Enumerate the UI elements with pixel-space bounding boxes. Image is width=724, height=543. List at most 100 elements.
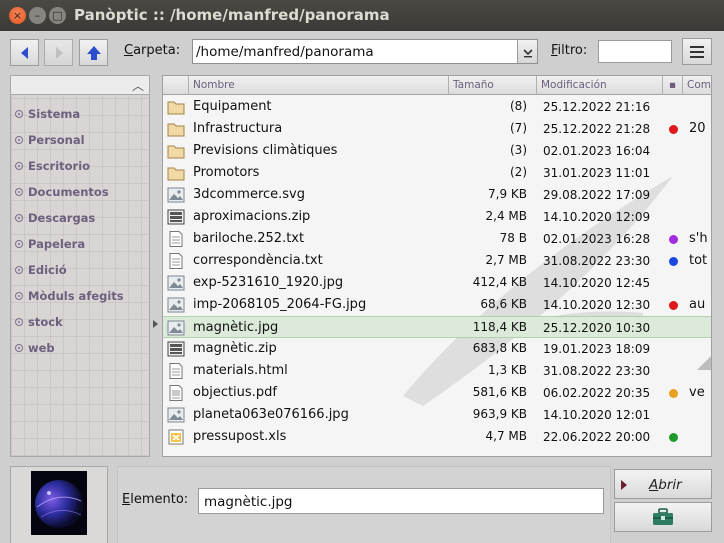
file-row[interactable]: imp-2068105_2064-FG.jpg 68,6 KB 14.10.2020… [163, 294, 711, 316]
file-list-header: Nombre Tamaño Modificación ▪ Come [163, 76, 711, 95]
image-icon [167, 275, 185, 291]
forward-button[interactable] [44, 39, 73, 66]
current-row-marker-icon [153, 320, 158, 328]
file-size: 7,9 KB [488, 187, 527, 201]
element-name-value: magnètic.jpg [204, 494, 293, 510]
place-bullet-icon [15, 110, 23, 118]
sidebar-item-papelera[interactable]: Papelera [15, 235, 85, 253]
file-size: 78 B [499, 231, 527, 245]
file-row[interactable]: bariloche.252.txt 78 B 02.01.2023 16:28 s'h [163, 228, 711, 250]
sidebar-item-sistema[interactable]: Sistema [15, 105, 80, 123]
column-tag-header[interactable]: ▪ [663, 76, 683, 95]
chevron-up-icon[interactable]: ︿ [132, 77, 144, 94]
up-button[interactable] [79, 39, 108, 66]
minimize-window-button[interactable]: – [29, 7, 46, 24]
file-size: 1,3 KB [488, 363, 527, 377]
cancel-button[interactable] [614, 502, 712, 532]
file-modified-date: 14.10.2020 12:30 [543, 298, 651, 312]
file-row[interactable]: correspondència.txt 2,7 MB 31.08.2022 23:3… [163, 250, 711, 272]
file-row[interactable]: exp-5231610_1920.jpg 412,4 KB 14.10.2020 1… [163, 272, 711, 294]
file-row[interactable]: aproximacions.zip 2,4 MB 14.10.2020 12:09 [163, 206, 711, 228]
sidebar-item-web[interactable]: web [15, 339, 55, 357]
file-modified-date: 31.08.2022 23:30 [543, 364, 651, 378]
sidebar-item-escritorio[interactable]: Escritorio [15, 157, 90, 175]
column-size-header[interactable]: Tamaño [449, 76, 537, 95]
chevron-down-icon [522, 48, 533, 57]
place-bullet-icon [15, 240, 23, 248]
filter-input[interactable] [598, 40, 672, 63]
file-row[interactable]: 3dcommerce.svg 7,9 KB 29.08.2022 17:09 [163, 184, 711, 206]
column-name-header[interactable]: Nombre [189, 76, 449, 95]
file-modified-date: 02.01.2023 16:04 [543, 144, 651, 158]
sidebar-item-moduls-afegits[interactable]: Mòduls afegits [15, 287, 124, 305]
arrow-up-icon [86, 45, 101, 60]
file-row[interactable]: magnètic.zip 683,8 KB 19.01.2023 18:09 [163, 338, 711, 360]
file-row[interactable]: Infrastructura (7) 25.12.2022 21:28 20 [163, 118, 711, 140]
sheet-icon [167, 429, 185, 445]
archive-icon [167, 341, 185, 357]
maximize-window-button[interactable]: □ [49, 7, 66, 24]
file-list[interactable]: Nombre Tamaño Modificación ▪ Come Equipa… [162, 75, 712, 457]
file-name: materials.html [193, 363, 288, 378]
file-modified-date: 19.01.2023 18:09 [543, 342, 651, 356]
folder-path-value: /home/manfred/panorama [196, 44, 374, 60]
file-row[interactable]: planeta063e076166.jpg 963,9 KB 14.10.2020 … [163, 404, 711, 426]
file-name: exp-5231610_1920.jpg [193, 275, 344, 290]
column-comment-header[interactable]: Come [683, 76, 711, 95]
sidebar-item-edicio[interactable]: Edició [15, 261, 67, 279]
sidebar-header[interactable]: ︿ [11, 76, 149, 95]
file-name: aproximacions.zip [193, 209, 311, 224]
arrow-left-icon [20, 46, 28, 59]
maximize-icon: □ [52, 9, 63, 22]
file-modified-date: 25.12.2020 10:30 [543, 321, 651, 335]
element-name-input[interactable]: magnètic.jpg [198, 488, 604, 514]
back-button[interactable] [10, 39, 39, 66]
file-name: Promotors [193, 165, 260, 180]
element-label: Elemento: [122, 492, 189, 507]
file-size: (7) [510, 121, 527, 135]
file-modified-date: 14.10.2020 12:09 [543, 210, 651, 224]
file-row[interactable]: Promotors (2) 31.01.2023 11:01 [163, 162, 711, 184]
file-name: Previsions climàtiques [193, 143, 338, 158]
file-row[interactable]: magnètic.jpg 118,4 KB 25.12.2020 10:30 [163, 316, 711, 338]
file-modified-date: 31.08.2022 23:30 [543, 254, 651, 268]
column-icon-header[interactable] [163, 76, 189, 95]
image-icon [167, 187, 185, 203]
file-row[interactable]: pressupost.xls 4,7 MB 22.06.2022 20:00 [163, 426, 711, 448]
preview-image [31, 471, 87, 535]
title-bar: × – □ Panòptic :: /home/manfred/panorama [0, 0, 724, 31]
file-row[interactable]: materials.html 1,3 KB 31.08.2022 23:30 [163, 360, 711, 382]
image-icon [167, 407, 185, 423]
file-modified-date: 25.12.2022 21:28 [543, 122, 651, 136]
text-icon [167, 253, 185, 269]
file-size: 118,4 KB [472, 320, 527, 334]
file-modified-date: 14.10.2020 12:45 [543, 276, 651, 290]
folder-path-combo[interactable]: /home/manfred/panorama [192, 39, 538, 64]
file-size: 683,8 KB [472, 341, 527, 355]
minimize-icon: – [34, 9, 41, 22]
folder-icon [167, 143, 185, 159]
file-size: 2,4 MB [485, 209, 527, 223]
file-name: imp-2068105_2064-FG.jpg [193, 297, 367, 312]
file-row[interactable]: Equipament (8) 25.12.2022 21:16 [163, 96, 711, 118]
close-icon: × [12, 9, 23, 22]
file-name: planeta063e076166.jpg [193, 407, 349, 422]
file-name: pressupost.xls [193, 429, 287, 444]
resize-corner [697, 356, 711, 370]
file-row[interactable]: Previsions climàtiques (3) 02.01.2023 16:0… [163, 140, 711, 162]
text-icon [167, 231, 185, 247]
path-dropdown-button[interactable] [517, 40, 537, 63]
close-window-button[interactable]: × [9, 7, 26, 24]
sidebar-item-stock[interactable]: stock [15, 313, 63, 331]
column-modified-header[interactable]: Modificación [537, 76, 663, 95]
menu-button[interactable] [682, 38, 712, 65]
place-bullet-icon [15, 318, 23, 326]
file-size: 68,6 KB [480, 297, 527, 311]
sidebar-item-descargas[interactable]: Descargas [15, 209, 95, 227]
pdf-icon [167, 385, 185, 401]
sidebar-item-documentos[interactable]: Documentos [15, 183, 109, 201]
file-row[interactable]: objectius.pdf 581,6 KB 06.02.2022 20:35 ve [163, 382, 711, 404]
sidebar-item-personal[interactable]: Personal [15, 131, 85, 149]
open-button[interactable]: Abrir [614, 469, 712, 499]
planet-preview-icon [31, 471, 87, 535]
